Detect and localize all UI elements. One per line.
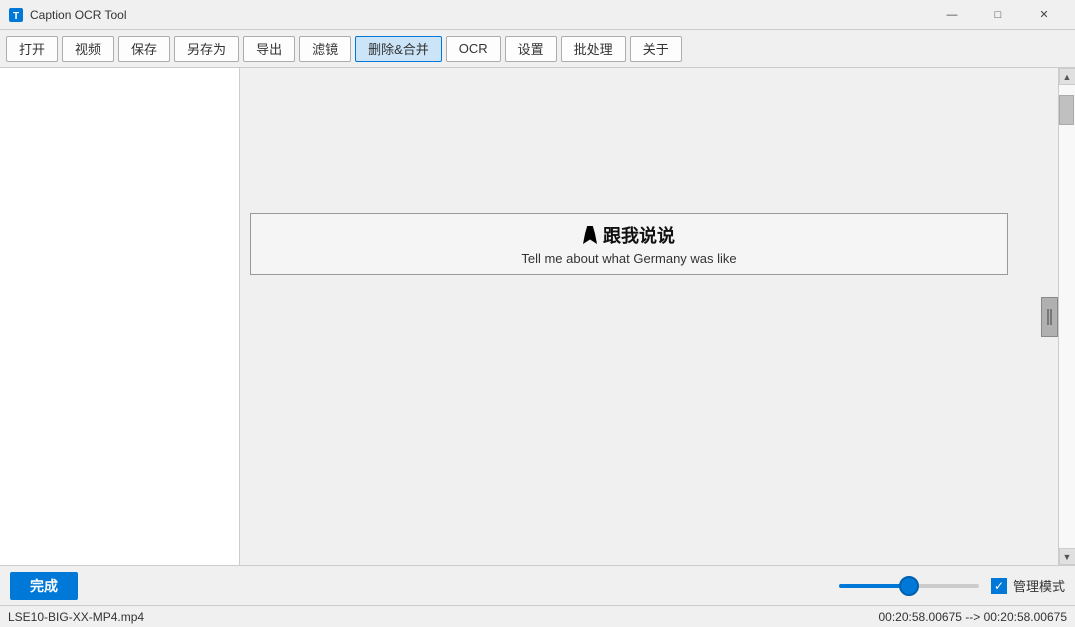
toolbar-btn-open[interactable]: 打开 (6, 36, 58, 62)
window-controls: — □ ✕ (929, 0, 1067, 30)
slider-area: ✓ 管理模式 (90, 576, 1065, 595)
toolbar-btn-filter[interactable]: 滤镜 (299, 36, 351, 62)
scroll-up-button[interactable]: ▲ (1059, 68, 1075, 85)
toolbar-btn-saveas[interactable]: 另存为 (174, 36, 239, 62)
statusbar: LSE10-BIG-XX-MP4.mp4 00:20:58.00675 --> … (0, 605, 1075, 627)
toolbar-btn-batch[interactable]: 批处理 (561, 36, 626, 62)
scroll-track[interactable] (1059, 85, 1075, 548)
caption-text-chinese: 跟我说说 (603, 222, 675, 248)
caption-line1: 跟我说说 (583, 222, 675, 248)
toolbar-btn-save[interactable]: 保存 (118, 36, 170, 62)
done-button[interactable]: 完成 (10, 572, 78, 600)
toolbar-btn-settings[interactable]: 设置 (505, 36, 557, 62)
slider-track[interactable] (839, 584, 979, 588)
main-area: 跟我说说 Tell me about what Germany was like… (0, 68, 1075, 565)
toolbar-btn-ocr[interactable]: OCR (446, 36, 501, 62)
checkbox-area: ✓ 管理模式 (991, 576, 1065, 595)
slider-thumb[interactable] (899, 576, 919, 596)
toolbar-btn-about[interactable]: 关于 (630, 36, 682, 62)
toolbar-btn-export[interactable]: 导出 (243, 36, 295, 62)
file-name: LSE10-BIG-XX-MP4.mp4 (8, 610, 144, 624)
titlebar: T Caption OCR Tool — □ ✕ (0, 0, 1075, 30)
toolbar: 打开视频保存另存为导出滤镜删除&合并OCR设置批处理关于 (0, 30, 1075, 68)
manage-mode-checkbox[interactable]: ✓ (991, 578, 1007, 594)
bottombar: 完成 ✓ 管理模式 (0, 565, 1075, 605)
time-range: 00:20:58.00675 --> 00:20:58.00675 (879, 610, 1068, 624)
scroll-thumb[interactable] (1059, 95, 1074, 125)
manage-mode-label: 管理模式 (1013, 576, 1065, 595)
left-panel-content (0, 68, 239, 565)
panel-resize-handle[interactable] (1041, 297, 1058, 337)
checkmark-icon: ✓ (994, 580, 1004, 592)
scroll-down-button[interactable]: ▼ (1059, 548, 1075, 565)
toolbar-btn-delete_merge[interactable]: 删除&合并 (355, 36, 442, 62)
close-button[interactable]: ✕ (1021, 0, 1067, 30)
right-scrollbar: ▲ ▼ (1058, 68, 1075, 565)
caption-line2: Tell me about what Germany was like (521, 251, 736, 266)
toolbar-btn-video[interactable]: 视频 (62, 36, 114, 62)
svg-text:T: T (13, 11, 19, 22)
caption-marker-icon (583, 226, 597, 244)
caption-box: 跟我说说 Tell me about what Germany was like (250, 213, 1008, 275)
content-area: 跟我说说 Tell me about what Germany was like (240, 68, 1058, 565)
window-title: Caption OCR Tool (30, 8, 929, 22)
minimize-button[interactable]: — (929, 0, 975, 30)
left-panel (0, 68, 240, 565)
maximize-button[interactable]: □ (975, 0, 1021, 30)
app-icon: T (8, 7, 24, 23)
